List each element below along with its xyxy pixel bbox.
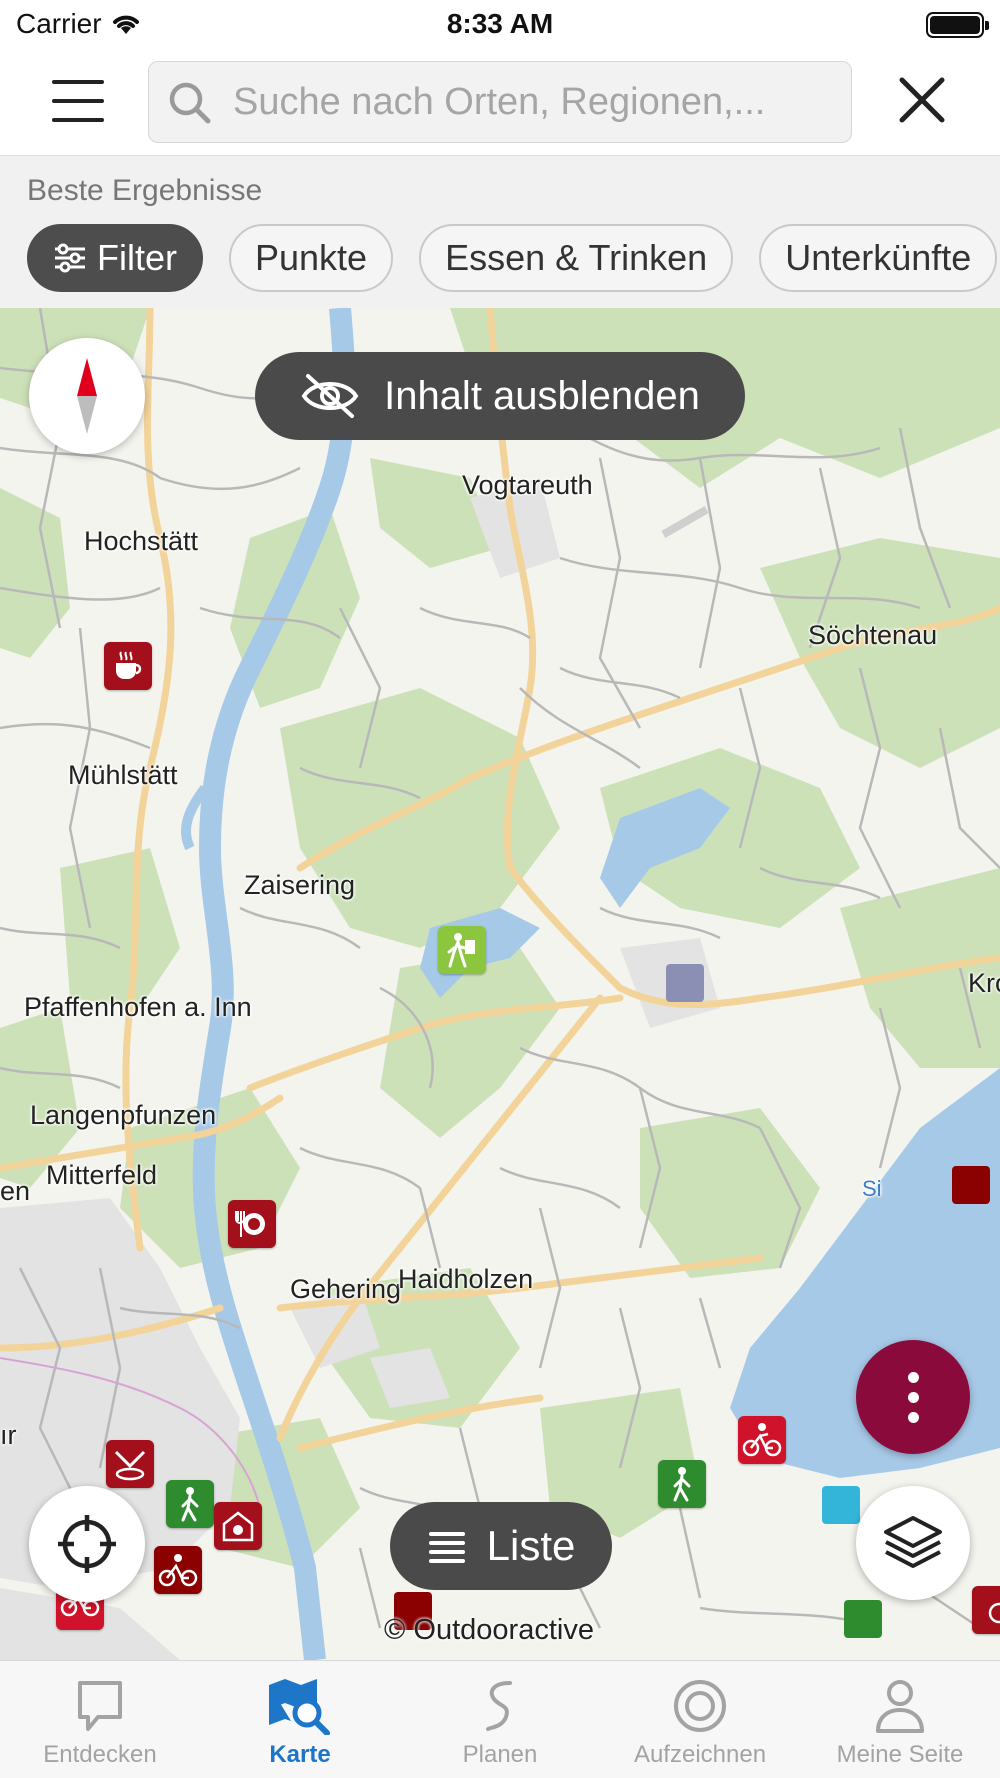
cyclist-icon — [988, 1602, 1000, 1624]
dot — [907, 1411, 919, 1423]
compass-button[interactable] — [29, 338, 145, 454]
close-icon[interactable] — [896, 74, 948, 126]
place-label: Hochstätt — [84, 526, 199, 556]
speech-bubble-icon — [78, 1681, 122, 1731]
locate-me-button[interactable] — [29, 1486, 145, 1602]
cafe-marker[interactable] — [104, 642, 152, 690]
viewpoint-icon — [114, 1450, 146, 1481]
place-label: en — [0, 1176, 31, 1206]
record-icon — [674, 1680, 726, 1732]
search-icon — [169, 82, 211, 124]
tab-bar: Entdecken Karte Planen Aufzeichnen Meine… — [0, 1660, 1000, 1778]
place-label: Zaisering — [244, 870, 356, 900]
route-plan-icon — [486, 1681, 512, 1731]
poi-marker[interactable] — [972, 1586, 1000, 1634]
menu-icon[interactable] — [52, 80, 104, 122]
plate-cutlery-icon — [235, 1211, 265, 1237]
tab-label: Aufzeichnen — [633, 1741, 767, 1768]
filter-bar: Beste Ergebnisse Filter Punkte Essen & T… — [0, 156, 1000, 308]
place-label: Mitterfeld — [46, 1160, 158, 1190]
poi-square[interactable] — [952, 1166, 990, 1204]
chip-label: Punkte — [255, 237, 368, 278]
place-label: Haidholzen — [398, 1264, 534, 1294]
hide-content-button[interactable]: Inhalt ausblenden — [255, 352, 745, 440]
tab-entdecken[interactable]: Entdecken — [0, 1661, 200, 1778]
coffee-cup-icon — [116, 651, 142, 679]
search-header — [0, 50, 1000, 156]
clock: 8:33 AM — [446, 8, 554, 39]
mountain-bike-icon — [158, 1554, 198, 1587]
hiking-marker[interactable] — [438, 926, 486, 974]
map-attribution[interactable]: © Outdooractive — [384, 1614, 594, 1647]
poi-square[interactable] — [844, 1600, 882, 1638]
crosshair-icon — [58, 1515, 116, 1573]
layers-icon — [884, 1516, 942, 1568]
poi-square[interactable] — [666, 964, 704, 1002]
walking-marker[interactable] — [166, 1480, 214, 1528]
place-label: Si — [862, 1176, 882, 1201]
place-label: ır — [0, 1420, 17, 1450]
hide-content-label: Inhalt ausblenden — [384, 373, 700, 418]
poi-square[interactable] — [822, 1486, 860, 1524]
place-label: Mühlstätt — [68, 760, 178, 790]
chip-unterkuenfte[interactable]: Unterkünfte — [759, 224, 998, 292]
search-input[interactable] — [233, 62, 833, 142]
place-label: Vogtareuth — [462, 470, 593, 500]
tab-planen[interactable]: Planen — [400, 1661, 600, 1778]
place-label: Söchtenau — [808, 620, 938, 650]
filter-chip[interactable]: Filter — [27, 224, 203, 292]
walker-icon — [181, 1487, 199, 1522]
compass-needle-icon — [77, 358, 97, 434]
hiker-icon — [447, 933, 475, 968]
dot — [907, 1391, 919, 1403]
person-icon — [876, 1680, 924, 1733]
dot — [907, 1371, 919, 1383]
eye-off-icon — [301, 374, 359, 418]
place-label: Pfaffenhofen a. Inn — [24, 992, 252, 1022]
tab-label: Meine Seite — [836, 1741, 964, 1768]
status-bar: Carrier 8:33 AM — [0, 0, 1000, 50]
search-box[interactable] — [148, 61, 852, 143]
battery-icon — [926, 12, 989, 38]
chip-label: Essen & Trinken — [445, 237, 708, 278]
sliders-icon — [55, 243, 85, 273]
cycling-marker[interactable] — [738, 1416, 786, 1464]
tab-label: Karte — [269, 1741, 331, 1768]
hut-marker[interactable] — [214, 1502, 262, 1550]
best-results-label: Beste Ergebnisse — [27, 174, 263, 207]
tab-label: Entdecken — [43, 1741, 157, 1768]
tab-label: Planen — [462, 1741, 538, 1768]
more-options-button[interactable] — [856, 1340, 970, 1454]
cycling-marker[interactable] — [154, 1546, 202, 1594]
filter-chips: Filter Punkte Essen & Trinken Unterkünft… — [27, 224, 998, 292]
list-label: Liste — [486, 1522, 576, 1569]
hut-icon — [222, 1511, 254, 1542]
viewpoint-marker[interactable] — [106, 1440, 154, 1488]
map-view[interactable]: Vogtareuth Hochstätt Söchtenau Mühlstätt… — [0, 308, 1000, 1660]
chip-punkte[interactable]: Punkte — [229, 224, 394, 292]
walking-marker[interactable] — [658, 1460, 706, 1508]
filter-chip-label: Filter — [97, 237, 177, 278]
cyclist-icon — [742, 1423, 782, 1457]
tab-karte[interactable]: Karte — [200, 1661, 400, 1778]
chip-label: Unterkünfte — [785, 237, 972, 278]
place-label: Gehering — [290, 1274, 402, 1304]
map-layers-button[interactable] — [856, 1486, 970, 1600]
place-label: Langenpfunzen — [30, 1100, 217, 1130]
list-view-button[interactable]: Liste — [390, 1502, 612, 1590]
place-label: Kro — [968, 968, 1000, 998]
map-search-icon — [269, 1679, 330, 1735]
walker-icon — [673, 1467, 691, 1502]
restaurant-marker[interactable] — [228, 1200, 276, 1248]
tab-meine-seite[interactable]: Meine Seite — [800, 1661, 1000, 1778]
chip-essen-trinken[interactable]: Essen & Trinken — [419, 224, 734, 292]
tab-aufzeichnen[interactable]: Aufzeichnen — [600, 1661, 800, 1778]
list-icon — [428, 1532, 465, 1563]
